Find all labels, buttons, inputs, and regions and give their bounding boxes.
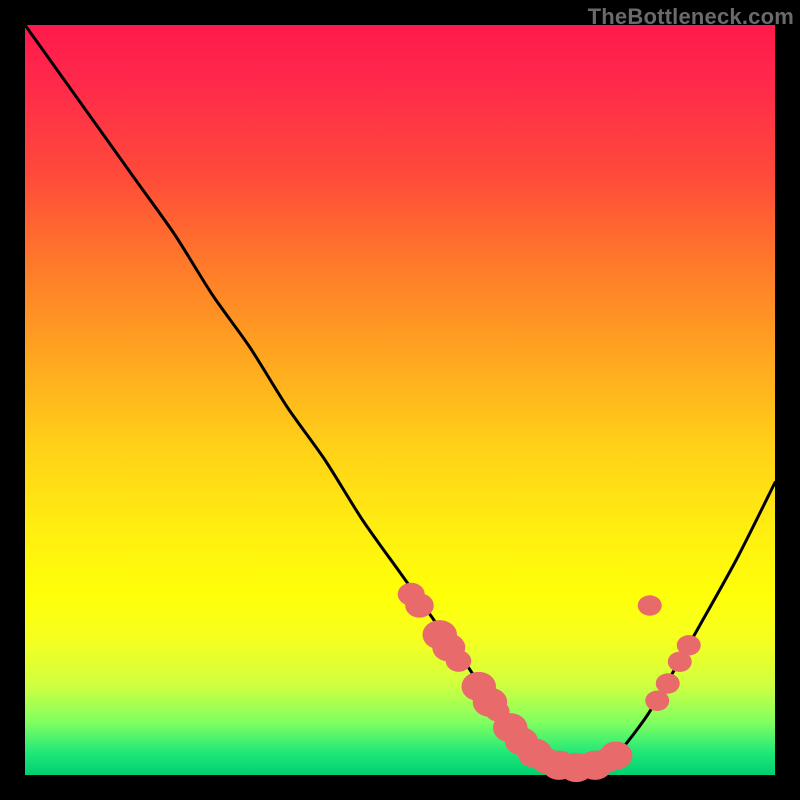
data-markers xyxy=(398,583,701,782)
data-marker xyxy=(656,673,680,693)
plot-area xyxy=(25,25,775,775)
data-marker xyxy=(677,635,701,655)
data-marker xyxy=(405,593,434,617)
data-marker xyxy=(645,691,669,711)
bottleneck-curve xyxy=(25,25,775,768)
chart-container: TheBottleneck.com xyxy=(0,0,800,800)
chart-svg xyxy=(25,25,775,775)
data-marker xyxy=(600,741,633,769)
watermark-text: TheBottleneck.com xyxy=(588,4,794,30)
data-marker xyxy=(638,595,662,615)
data-marker xyxy=(446,650,472,672)
